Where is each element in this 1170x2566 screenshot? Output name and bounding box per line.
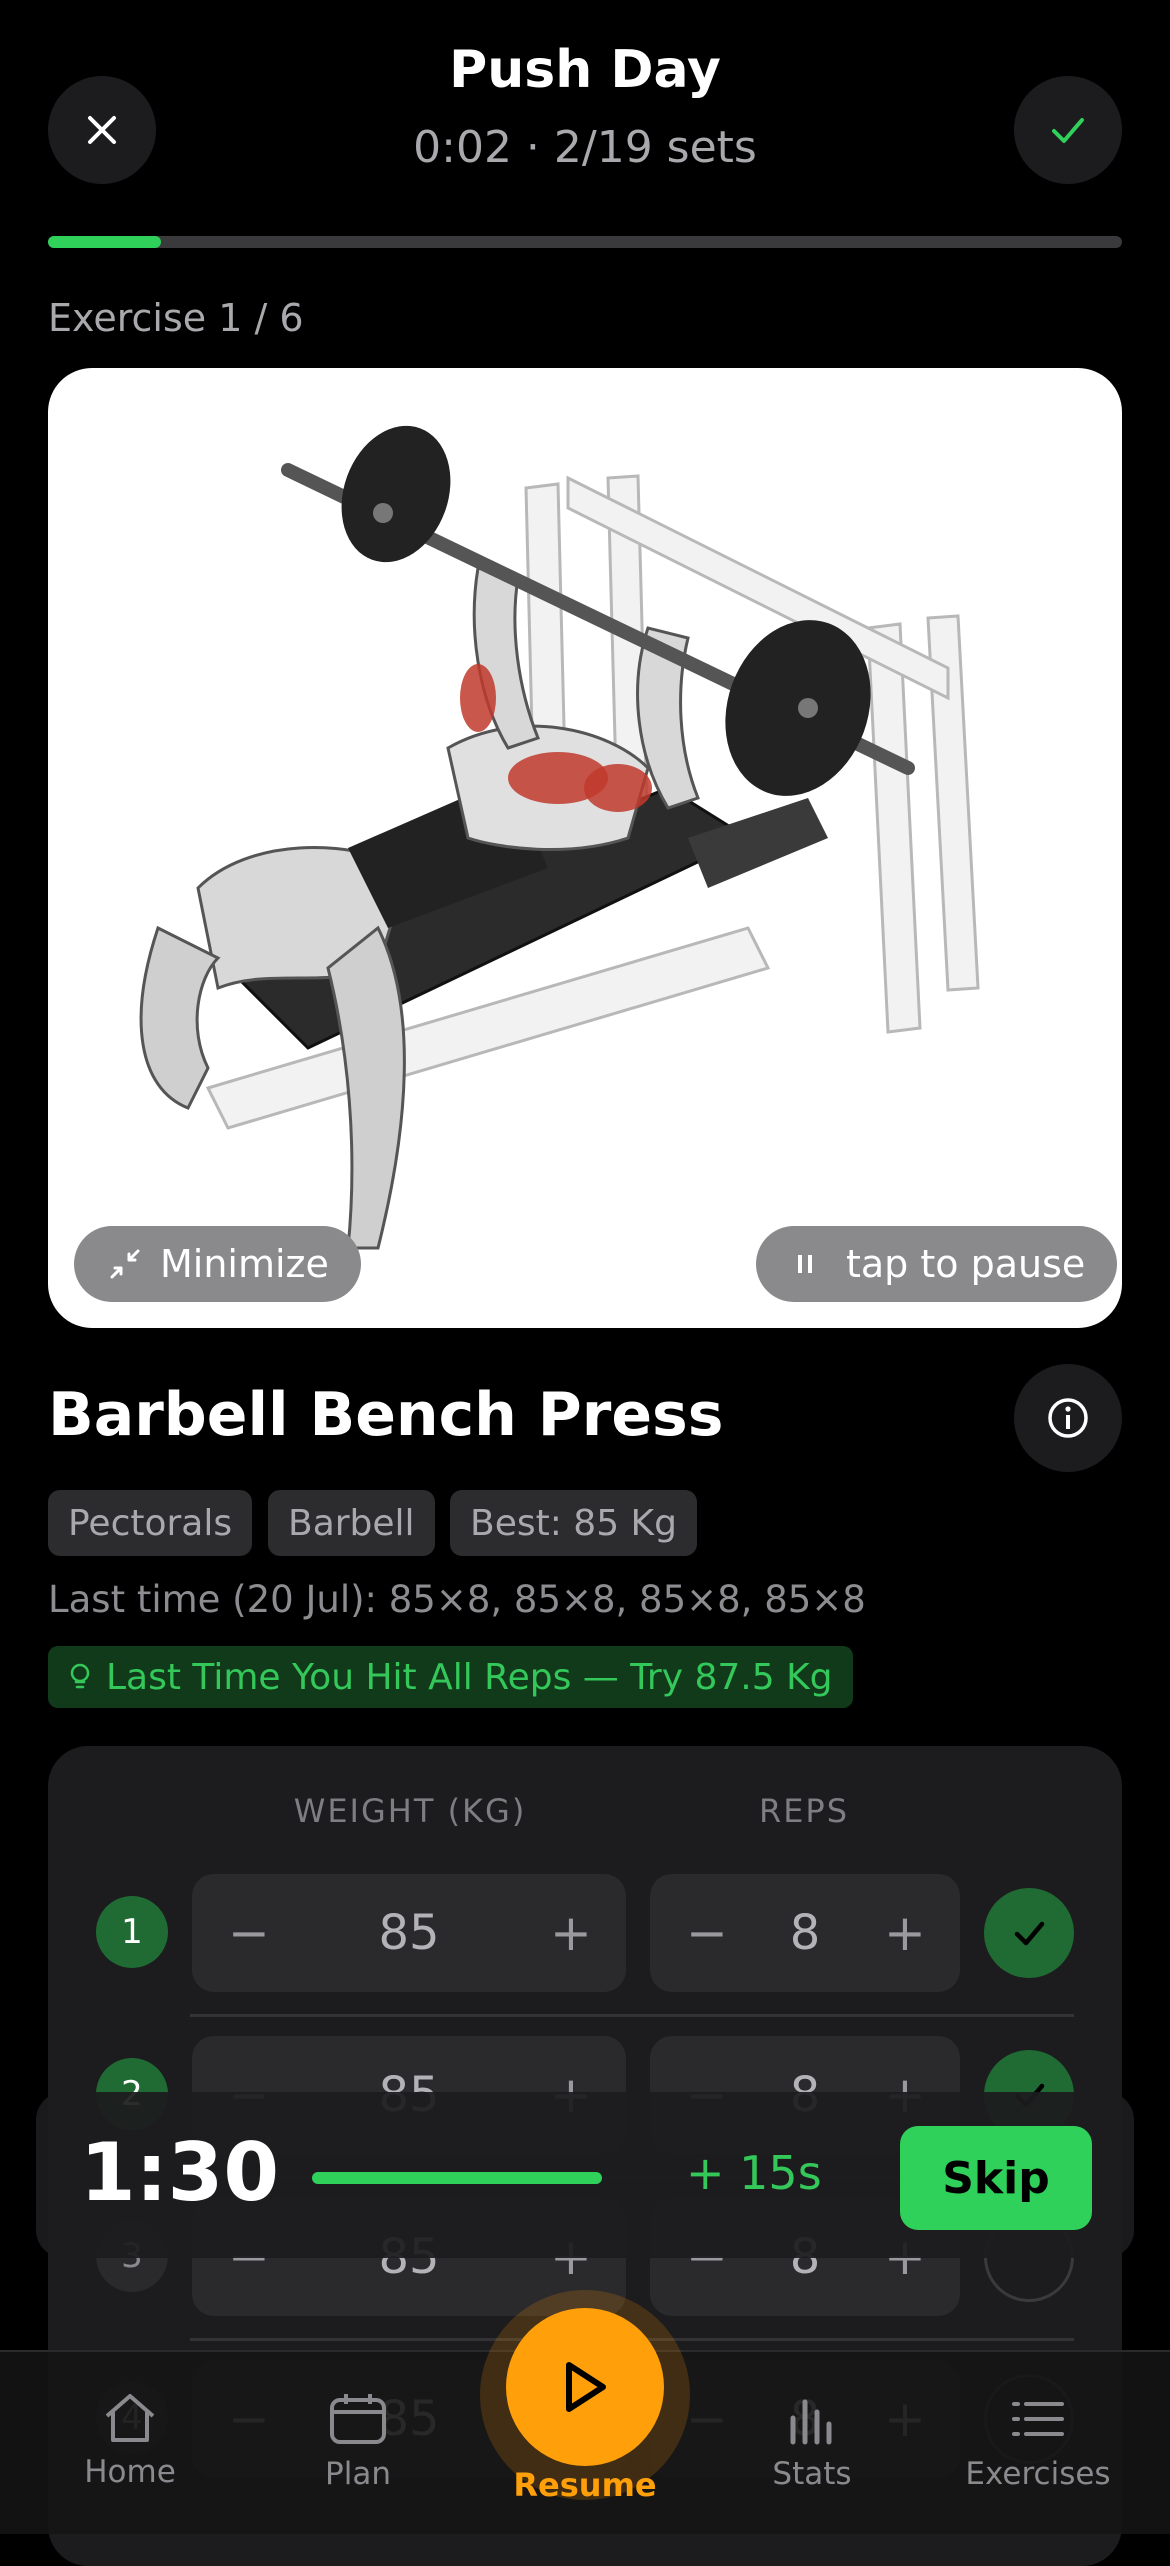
exercise-name: Barbell Bench Press — [48, 1380, 724, 1450]
minimize-label: Minimize — [160, 1242, 329, 1286]
tab-stats-label: Stats — [772, 2456, 852, 2492]
workout-subtitle: 0:02 · 2/19 sets — [413, 122, 757, 173]
reps-column-header: REPS — [758, 1792, 850, 1830]
list-icon — [1012, 2402, 1064, 2436]
skip-rest-button[interactable]: Skip — [900, 2126, 1092, 2230]
add-15s-button[interactable]: + 15s — [686, 2146, 822, 2200]
tab-resume-label[interactable]: Resume — [435, 2466, 735, 2504]
minimize-icon — [110, 1249, 140, 1279]
pause-icon — [798, 1255, 812, 1273]
increment-button[interactable]: + — [884, 1904, 926, 1962]
set-complete-toggle[interactable] — [984, 1888, 1074, 1978]
decrement-button[interactable]: − — [686, 1904, 728, 1962]
tab-home[interactable]: Home — [30, 2392, 230, 2490]
increment-button[interactable]: + — [550, 1904, 592, 1962]
set-number: 1 — [96, 1896, 168, 1968]
bench-press-illustration — [139, 425, 980, 1250]
exercise-info-button[interactable] — [1014, 1364, 1122, 1472]
resume-button[interactable] — [506, 2308, 664, 2466]
pause-button[interactable]: tap to pause — [756, 1226, 1118, 1302]
reps-stepper-value[interactable]: 8 — [790, 1905, 821, 1961]
best-tag: Best: 85 Kg — [450, 1490, 697, 1556]
weight-stepper-value[interactable]: 85 — [378, 1905, 439, 1961]
workout-progress-fill — [48, 236, 161, 248]
bar-chart-icon — [790, 2399, 832, 2445]
muscle-tag: Pectorals — [48, 1490, 253, 1556]
checkmark-icon — [1014, 1921, 1045, 1946]
tab-plan-label: Plan — [325, 2456, 391, 2492]
calendar-icon — [330, 2394, 386, 2444]
row-divider — [190, 2014, 1074, 2017]
exercise-animation[interactable]: Minimize tap to pause — [48, 368, 1122, 1328]
tab-exercises[interactable]: Exercises — [938, 2392, 1138, 2492]
hint-text: Last Time You Hit All Reps — Try 87.5 Kg — [106, 1656, 833, 1698]
checkmark-icon — [1052, 118, 1084, 143]
home-icon — [105, 2394, 155, 2442]
weight-column-header: WEIGHT (KG) — [293, 1792, 527, 1830]
progression-hint: Last Time You Hit All Reps — Try 87.5 Kg — [48, 1646, 853, 1708]
tab-plan[interactable]: Plan — [258, 2392, 458, 2492]
workout-title: Push Day — [449, 40, 721, 100]
play-icon — [566, 2362, 606, 2412]
lightbulb-icon — [70, 1663, 90, 1689]
tab-exercises-label: Exercises — [965, 2456, 1111, 2492]
weight-stepper: − 85 + — [192, 1874, 626, 1992]
last-time-summary: Last time (20 Jul): 85×8, 85×8, 85×8, 85… — [48, 1578, 866, 1621]
tab-home-label: Home — [84, 2454, 176, 2490]
exercise-counter: Exercise 1 / 6 — [48, 296, 304, 340]
info-icon — [1048, 1398, 1088, 1438]
decrement-button[interactable]: − — [228, 1904, 270, 1962]
minimize-button[interactable]: Minimize — [74, 1226, 361, 1302]
tab-stats[interactable]: Stats — [712, 2392, 912, 2492]
workout-progress-bar — [48, 236, 1122, 248]
equipment-tag: Barbell — [268, 1490, 435, 1556]
pause-label: tap to pause — [846, 1242, 1086, 1286]
finish-workout-button[interactable] — [1014, 76, 1122, 184]
reps-stepper: − 8 + — [650, 1874, 960, 1992]
rest-timer-time: 1:30 — [80, 2126, 279, 2219]
rest-timer-progress — [312, 2172, 602, 2184]
